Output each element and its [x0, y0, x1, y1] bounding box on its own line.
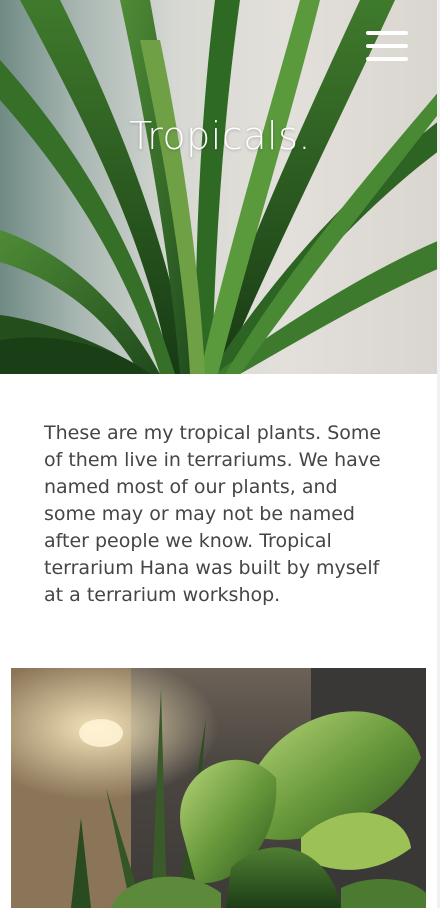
- page-title: Tropicals.: [129, 114, 311, 158]
- terrarium-photo: [11, 668, 426, 908]
- intro-paragraph: These are my tropical plants. Some of th…: [44, 422, 382, 606]
- terrarium-plant-image: [11, 668, 426, 908]
- menu-bar-bottom: [366, 57, 408, 61]
- menu-bar-middle: [366, 44, 408, 48]
- hero-section: Tropicals.: [0, 0, 440, 374]
- menu-bar-top: [366, 31, 408, 35]
- hamburger-menu-icon[interactable]: [366, 31, 408, 63]
